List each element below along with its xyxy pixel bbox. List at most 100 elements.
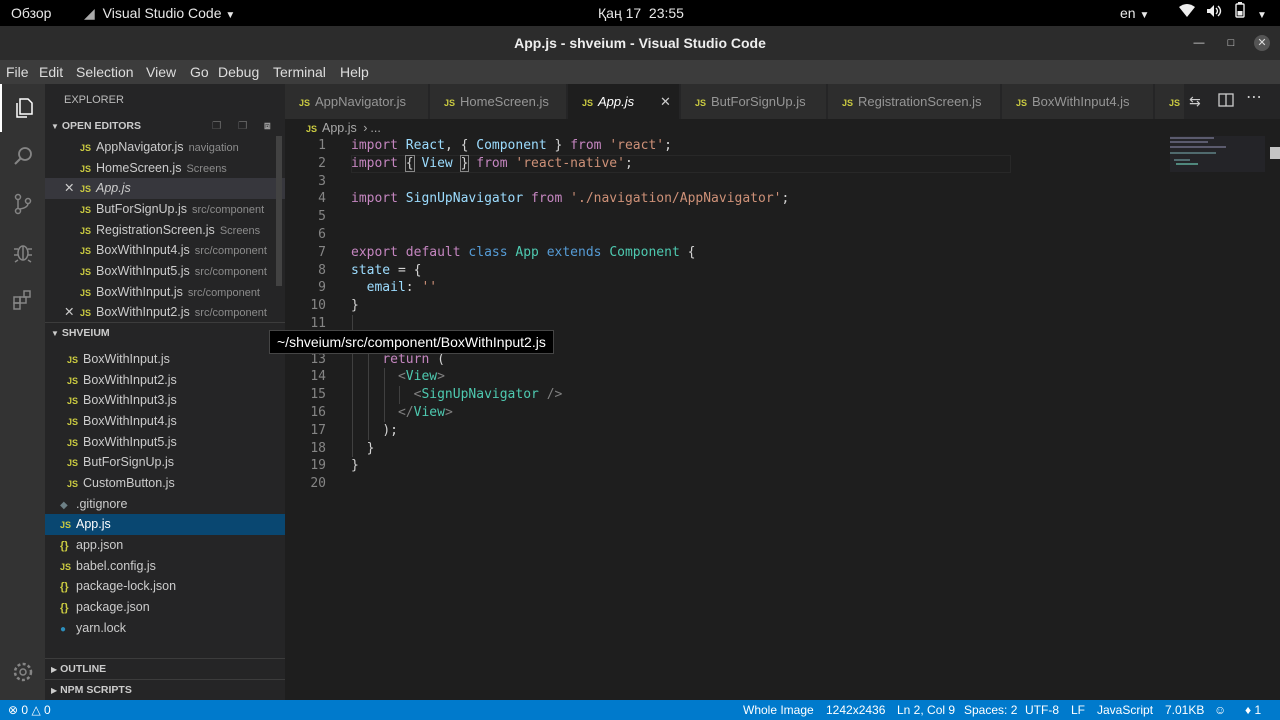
tree-file-item[interactable]: JS babel.config.js: [45, 556, 285, 577]
tab-overflow[interactable]: JS: [1155, 84, 1185, 119]
file-size-status[interactable]: 7.01KB: [1165, 700, 1204, 720]
minimize-button[interactable]: —: [1191, 35, 1207, 51]
clock[interactable]: Қаң 17 23:55: [598, 0, 684, 26]
notifications-indicator[interactable]: ♦ 1: [1245, 700, 1261, 720]
extensions-activity-icon[interactable]: [0, 276, 45, 324]
json-file-icon: {}: [60, 581, 69, 593]
tab-app-active[interactable]: JS App.js ✕: [568, 84, 680, 119]
menu-terminal[interactable]: Terminal: [273, 60, 326, 84]
file-name: BoxWithInput.js: [96, 285, 183, 299]
line-number: 4: [318, 191, 326, 206]
wifi-icon[interactable]: [1179, 0, 1195, 26]
tree-file-item[interactable]: ◆ .gitignore: [45, 494, 285, 515]
open-editor-item-active[interactable]: ✕ JS App.js: [45, 178, 285, 199]
search-activity-icon[interactable]: [0, 132, 45, 180]
tree-file-item[interactable]: {} package-lock.json: [45, 576, 285, 597]
close-editor-icon[interactable]: ✕: [64, 302, 80, 323]
tree-file-item-selected[interactable]: JS App.js: [45, 514, 285, 535]
close-all-icon[interactable]: ⧈: [264, 116, 271, 136]
volume-icon[interactable]: [1206, 0, 1222, 26]
breadcrumb-more[interactable]: ...: [370, 121, 380, 135]
close-tab-icon[interactable]: ✕: [660, 84, 671, 119]
open-editor-item[interactable]: ✕ JS BoxWithInput2.js src/component: [45, 302, 285, 323]
npm-scripts-header[interactable]: ▶ NPM SCRIPTS: [45, 679, 285, 699]
line-number: 1: [318, 138, 326, 153]
open-editor-item[interactable]: JS HomeScreen.js Screens: [45, 158, 285, 179]
maximize-button[interactable]: □: [1223, 35, 1239, 51]
tree-file-item[interactable]: JS BoxWithInput3.js: [45, 390, 285, 411]
tree-file-item[interactable]: JS BoxWithInput4.js: [45, 411, 285, 432]
tree-file-item[interactable]: ● yarn.lock: [45, 618, 285, 639]
explorer-sidebar: EXPLORER ▼ OPEN EDITORS ❐ ❐ ⧈ JS AppNavig…: [45, 84, 285, 700]
tab-homescreen[interactable]: JS HomeScreen.js: [430, 84, 567, 119]
more-actions-icon[interactable]: ⋯: [1246, 87, 1262, 107]
system-menu-caret-icon[interactable]: ▼: [1257, 0, 1267, 26]
activities-button[interactable]: Обзор: [11, 0, 51, 26]
code-editor[interactable]: 1 2 3 4 5 6 7 8 9 10 11 12 13 14 15 16 1…: [285, 136, 1280, 700]
menu-debug[interactable]: Debug: [218, 60, 259, 84]
open-editors-scrollbar[interactable]: [276, 136, 282, 286]
close-editor-icon[interactable]: ✕: [64, 178, 80, 199]
new-untitled-file-icon[interactable]: ❐: [212, 116, 221, 136]
open-changes-icon[interactable]: ⇆: [1189, 93, 1201, 110]
project-folder-header[interactable]: ▼ SHVEIUM: [45, 322, 285, 342]
tree-file-item[interactable]: JS BoxWithInput2.js: [45, 370, 285, 391]
menu-file[interactable]: File: [6, 60, 29, 84]
battery-icon[interactable]: [1235, 0, 1245, 26]
open-editor-item[interactable]: JS BoxWithInput5.js src/component: [45, 261, 285, 282]
feedback-smiley-icon[interactable]: ☺: [1214, 700, 1226, 720]
explorer-activity-icon[interactable]: [0, 84, 45, 132]
app-menu-button[interactable]: ◢ Visual Studio Code ▼: [84, 0, 235, 26]
outline-header[interactable]: ▶ OUTLINE: [45, 658, 285, 678]
problems-indicator[interactable]: ⊗ 0 △ 0: [8, 700, 51, 720]
source-control-activity-icon[interactable]: [0, 180, 45, 228]
language-selector[interactable]: en ▼: [1120, 0, 1149, 26]
menu-view[interactable]: View: [146, 60, 176, 84]
open-editor-item[interactable]: JS BoxWithInput.js src/component: [45, 282, 285, 303]
tab-appnavigator[interactable]: JS AppNavigator.js: [285, 84, 429, 119]
tree-file-item[interactable]: JS BoxWithInput5.js: [45, 432, 285, 453]
open-editor-item[interactable]: JS BoxWithInput4.js src/component: [45, 240, 285, 261]
open-editors-header[interactable]: ▼ OPEN EDITORS ❐ ❐ ⧈: [45, 116, 285, 136]
js-file-icon: JS: [80, 226, 92, 236]
menu-selection[interactable]: Selection: [76, 60, 134, 84]
tree-file-item[interactable]: JS ButForSignUp.js: [45, 452, 285, 473]
close-window-button[interactable]: ✕: [1254, 35, 1270, 51]
tree-file-item[interactable]: {} app.json: [45, 535, 285, 556]
tree-file-item[interactable]: JS CustomButton.js: [45, 473, 285, 494]
tab-label: HomeScreen.js: [460, 94, 549, 109]
cursor-position-status[interactable]: Ln 2, Col 9: [897, 700, 955, 720]
tree-file-item[interactable]: {} package.json: [45, 597, 285, 618]
line-number: 6: [318, 227, 326, 242]
tab-label: App.js: [598, 94, 635, 109]
breadcrumb-file[interactable]: App.js: [322, 121, 357, 135]
code-line-18: }: [366, 441, 375, 456]
code-line-16: </View>: [397, 405, 453, 420]
save-all-icon[interactable]: ❐: [238, 116, 247, 136]
tab-boxwithinput4[interactable]: JS BoxWithInput4.js: [1002, 84, 1154, 119]
js-file-icon: JS: [67, 396, 79, 406]
language-mode-status[interactable]: JavaScript: [1097, 700, 1153, 720]
indentation-status[interactable]: Spaces: 2: [964, 700, 1017, 720]
minimap[interactable]: [1170, 136, 1266, 177]
open-editor-item[interactable]: JS RegistrationScreen.js Screens: [45, 220, 285, 241]
encoding-status[interactable]: UTF-8: [1025, 700, 1059, 720]
debug-activity-icon[interactable]: [0, 228, 45, 276]
menu-go[interactable]: Go: [190, 60, 209, 84]
image-dimensions-status[interactable]: 1242x2436: [826, 700, 885, 720]
file-name: RegistrationScreen.js: [96, 223, 215, 237]
eol-status[interactable]: LF: [1071, 700, 1085, 720]
tree-file-item[interactable]: JS BoxWithInput.js: [45, 349, 285, 370]
tab-butforsignup[interactable]: JS ButForSignUp.js: [681, 84, 827, 119]
menu-edit[interactable]: Edit: [39, 60, 63, 84]
json-file-icon: {}: [60, 602, 69, 614]
open-editor-item[interactable]: JS ButForSignUp.js src/component: [45, 199, 285, 220]
split-editor-icon[interactable]: [1218, 92, 1234, 113]
open-editor-item[interactable]: JS AppNavigator.js navigation: [45, 137, 285, 158]
menu-help[interactable]: Help: [340, 60, 369, 84]
file-name: app.json: [76, 538, 124, 552]
tab-registrationscreen[interactable]: JS RegistrationScreen.js: [828, 84, 1001, 119]
whole-image-status[interactable]: Whole Image: [743, 700, 814, 720]
scrollbar-thumb[interactable]: [1270, 147, 1280, 159]
settings-gear-icon[interactable]: [0, 648, 45, 696]
